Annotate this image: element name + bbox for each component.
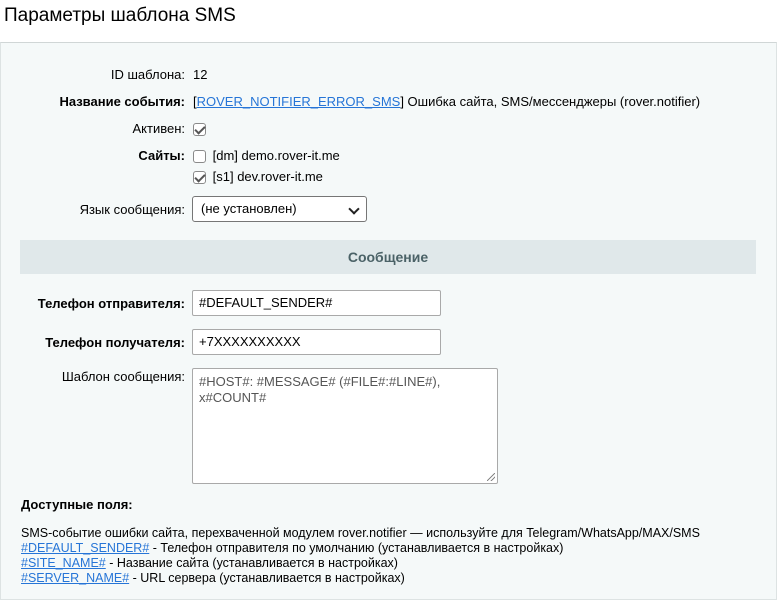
event-description: ] Ошибка сайта, SMS/мессенджеры (rover.n… [400, 94, 701, 109]
event-label: Название события: [59, 94, 185, 109]
message-template-text: #HOST#: #MESSAGE# (#FILE#:#LINE#), x#COU… [199, 374, 441, 405]
id-value: 12 [193, 67, 208, 82]
receiver-phone-input[interactable]: +7XXXXXXXXXX [192, 329, 441, 355]
field-description: - Название сайта (устанавливается в наст… [105, 556, 398, 570]
active-checkbox-wrap [193, 121, 206, 136]
template-settings-panel [0, 42, 777, 600]
language-label: Язык сообщения: [79, 202, 185, 217]
field-code-link[interactable]: #SERVER_NAME# [21, 571, 129, 585]
site-option-dm[interactable]: [dm] demo.rover-it.me [193, 148, 340, 163]
field-description: - Телефон отправителя по умолчанию (уста… [149, 541, 564, 555]
field-code-link[interactable]: #DEFAULT_SENDER# [21, 541, 149, 555]
event-value: [ROVER_NOTIFIER_ERROR_SMS] Ошибка сайта,… [193, 94, 700, 109]
site-label-s1: [s1] dev.rover-it.me [212, 169, 323, 184]
field-item: #SITE_NAME# - Название сайта (устанавлив… [21, 556, 398, 570]
field-description: - URL сервера (устанавливается в настрой… [129, 571, 405, 585]
message-section-header: Сообщение [20, 240, 756, 274]
field-item: #SERVER_NAME# - URL сервера (устанавлива… [21, 571, 405, 585]
site-checkbox-dm[interactable] [193, 150, 206, 163]
resize-grip-icon[interactable] [487, 473, 495, 481]
language-select[interactable]: (не установлен) [192, 196, 367, 222]
site-label-dm: [dm] demo.rover-it.me [212, 148, 340, 163]
chevron-down-icon [348, 203, 360, 215]
field-code-link[interactable]: #SITE_NAME# [21, 556, 106, 570]
field-item: #DEFAULT_SENDER# - Телефон отправителя п… [21, 541, 563, 555]
site-checkbox-s1[interactable] [193, 171, 206, 184]
page-title: Параметры шаблона SMS [4, 5, 236, 26]
language-selected-value: (не установлен) [201, 201, 297, 216]
id-label: ID шаблона: [110, 67, 185, 82]
sender-phone-input[interactable]: #DEFAULT_SENDER# [192, 290, 441, 316]
available-fields-description: SMS-событие ошибки сайта, перехваченной … [21, 526, 700, 540]
sender-label: Телефон отправителя: [37, 296, 185, 311]
template-label: Шаблон сообщения: [61, 369, 185, 384]
available-fields-title: Доступные поля: [21, 497, 133, 512]
receiver-label: Телефон получателя: [45, 335, 185, 350]
event-code-link[interactable]: ROVER_NOTIFIER_ERROR_SMS [197, 94, 401, 109]
sites-label: Сайты: [138, 148, 185, 163]
active-label: Активен: [132, 121, 185, 136]
site-option-s1[interactable]: [s1] dev.rover-it.me [193, 169, 323, 184]
active-checkbox[interactable] [193, 123, 206, 136]
message-template-textarea[interactable]: #HOST#: #MESSAGE# (#FILE#:#LINE#), x#COU… [192, 368, 498, 484]
